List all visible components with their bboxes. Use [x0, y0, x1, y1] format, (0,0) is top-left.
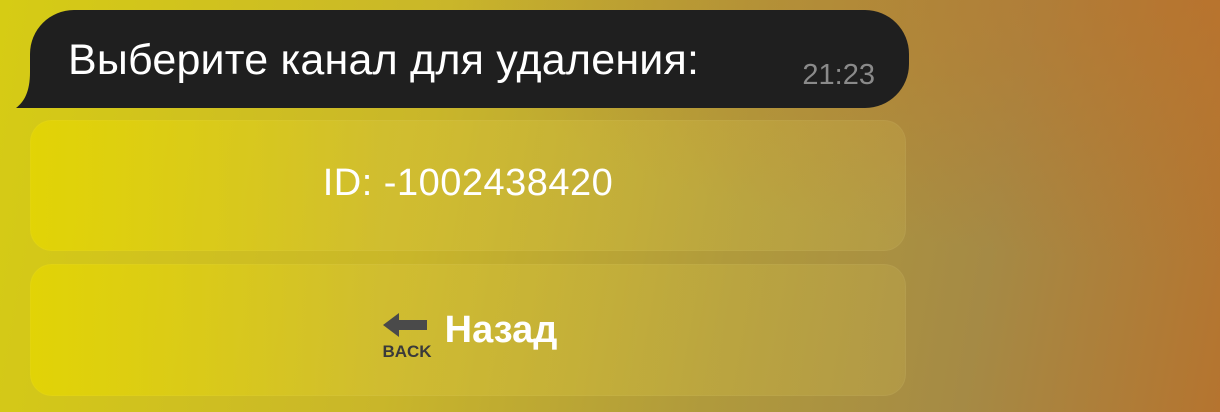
back-icon-text: BACK: [382, 342, 432, 361]
bubble-tail: [16, 72, 44, 108]
back-button-label: Назад: [444, 308, 558, 351]
back-button[interactable]: BACK Назад: [30, 264, 906, 396]
back-arrow-icon: BACK: [379, 305, 435, 361]
message-bubble: Выберите канал для удаления: 21:23: [30, 10, 909, 108]
message-timestamp: 21:23: [802, 59, 875, 91]
channel-button[interactable]: ID: -1002438420: [30, 120, 906, 251]
message-text: Выберите канал для удаления:: [68, 36, 700, 84]
channel-button-label: ID: -1002438420: [322, 162, 614, 204]
